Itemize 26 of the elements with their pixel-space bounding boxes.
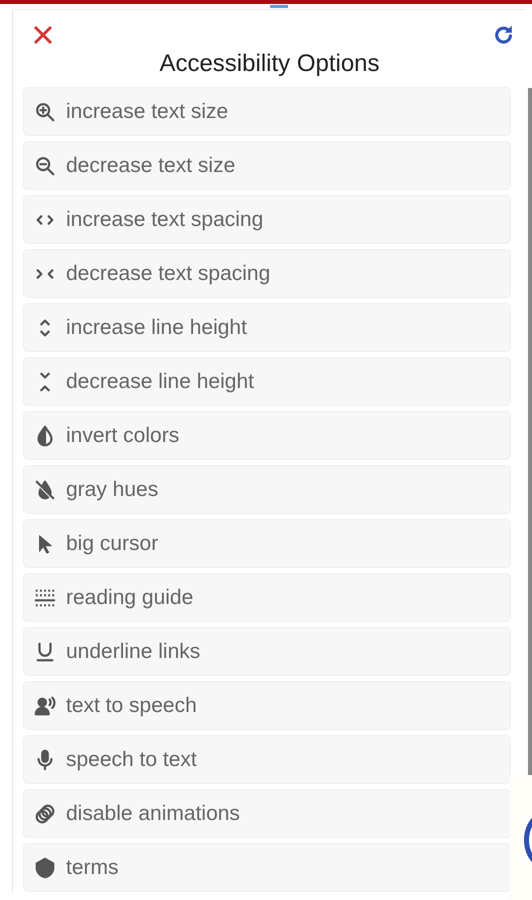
option-button[interactable]: invert colors (23, 411, 511, 460)
option-button[interactable]: gray hues (23, 465, 511, 514)
option-button[interactable]: text to speech (23, 681, 511, 730)
dotted-lines-icon (34, 586, 56, 608)
drag-handle[interactable] (270, 5, 288, 8)
option-button[interactable]: decrease text size (23, 141, 511, 190)
option-button[interactable]: increase text spacing (23, 195, 511, 244)
option-button[interactable]: underline links (23, 627, 511, 676)
option-button[interactable]: big cursor (23, 519, 511, 568)
option-button[interactable]: increase line height (23, 303, 511, 352)
option-button[interactable]: terms (23, 843, 511, 892)
option-button[interactable]: decrease text spacing (23, 249, 511, 298)
panel-title: Accessibility Options (159, 49, 380, 79)
droplet-off-icon (34, 478, 56, 500)
rings-icon (34, 802, 56, 824)
option-button[interactable]: increase text size (23, 87, 511, 136)
option-button[interactable]: decrease line height (23, 357, 511, 406)
speaking-person-icon (34, 694, 56, 716)
option-button[interactable]: speech to text (23, 735, 511, 784)
zoom-in-icon (34, 100, 56, 122)
shield-icon (34, 856, 56, 878)
option-button[interactable]: reading guide (23, 573, 511, 622)
underline-icon (34, 640, 56, 662)
zoom-out-icon (34, 154, 56, 176)
option-button[interactable]: disable animations (23, 789, 511, 838)
close-button[interactable] (31, 23, 55, 47)
